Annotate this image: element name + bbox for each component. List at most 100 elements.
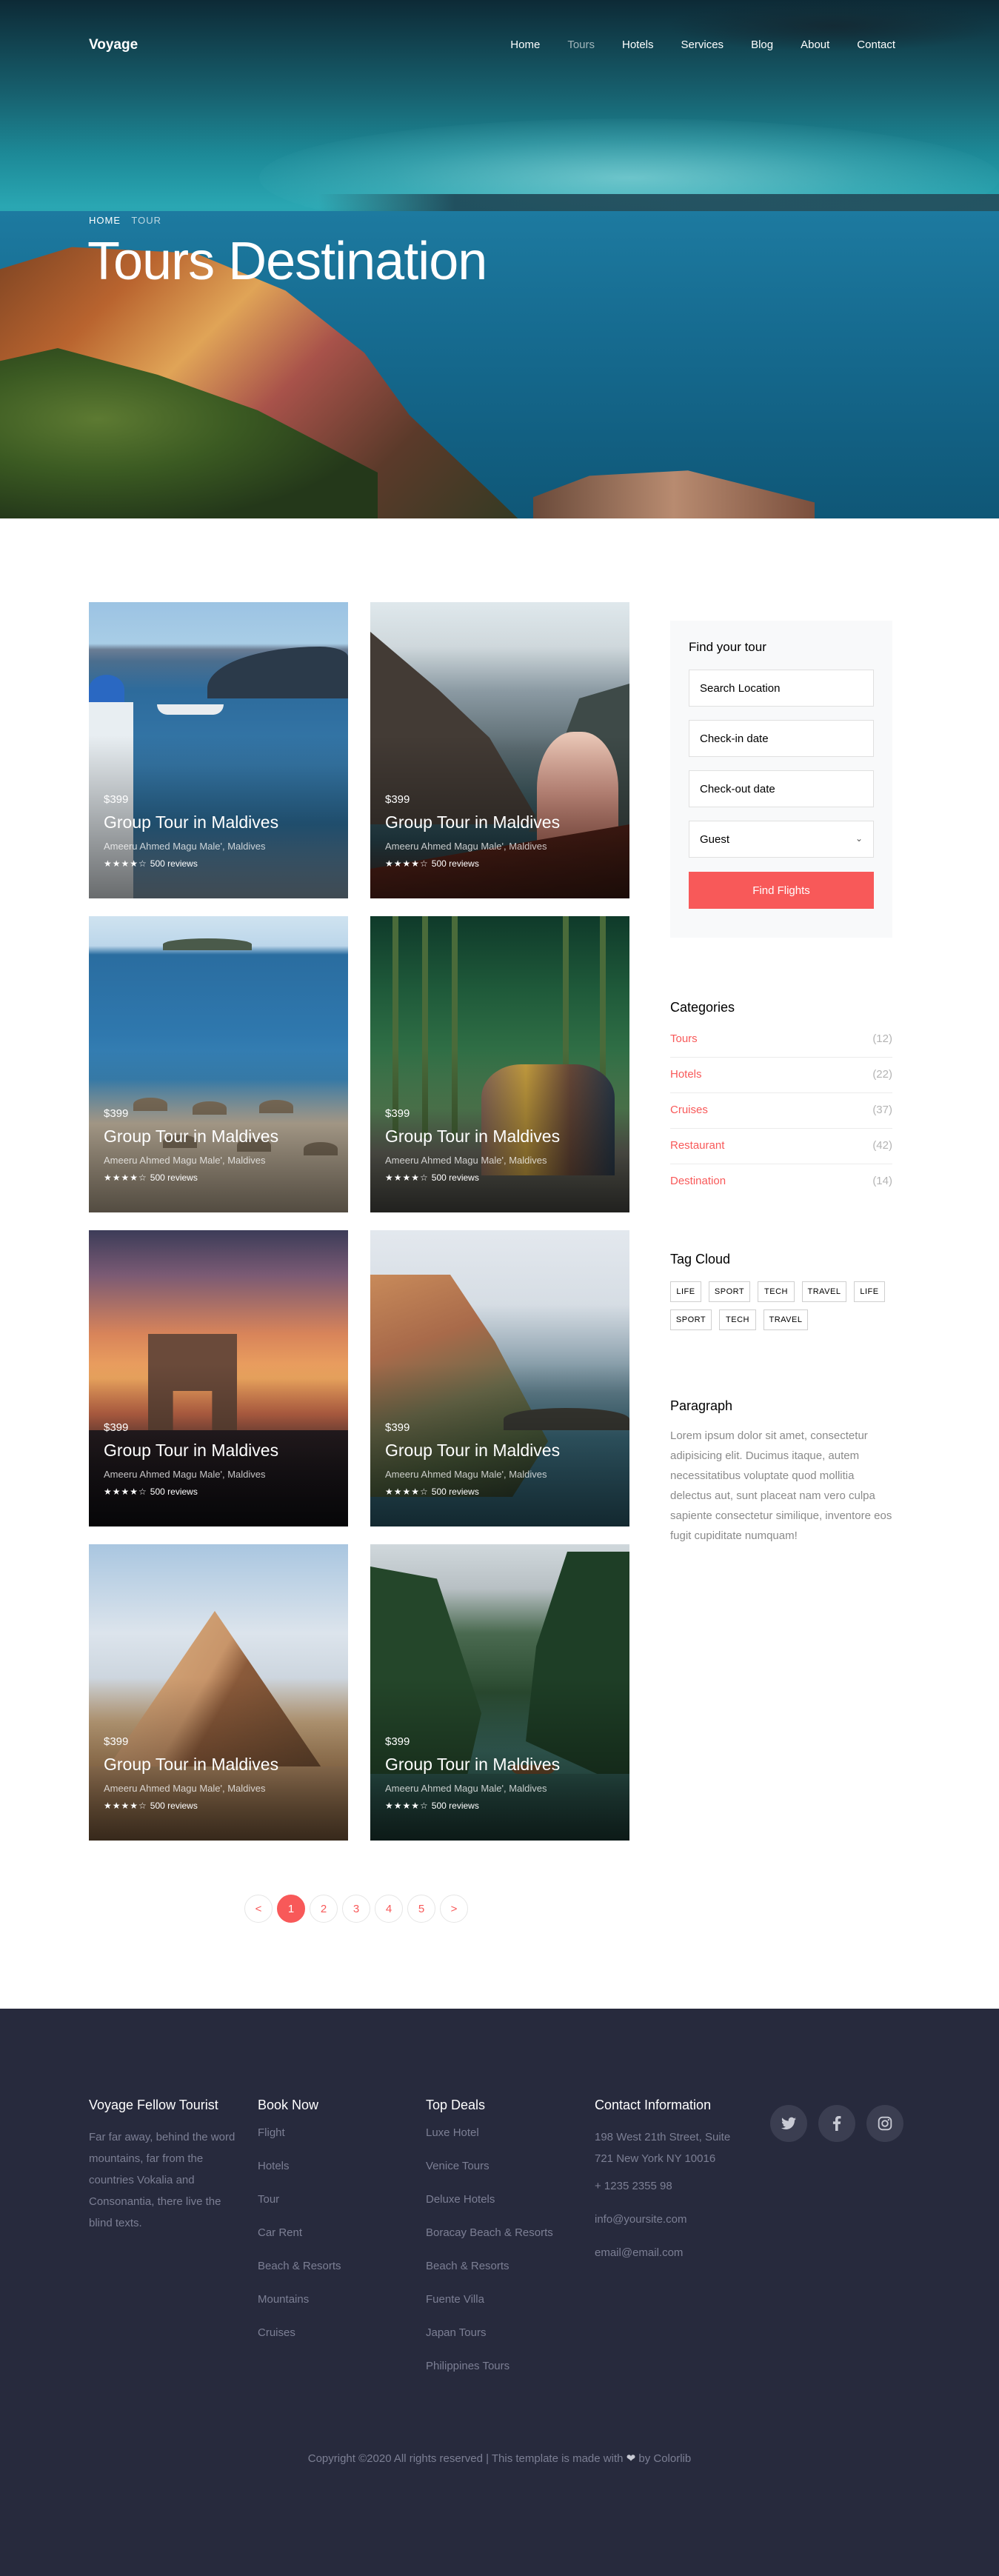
tag-link[interactable]: LIFE [854,1281,885,1302]
tag-link[interactable]: SPORT [670,1309,712,1330]
pagination-prev[interactable]: < [244,1895,273,1923]
pagination-next[interactable]: > [440,1895,468,1923]
tour-card[interactable]: $399 Group Tour in Maldives Ameeru Ahmed… [89,1544,348,1841]
top-navbar: Voyage Home Tours Hotels Services Blog A… [0,0,999,93]
category-name: Restaurant [670,1139,725,1152]
footer-link[interactable]: Deluxe Hotels [426,2193,581,2226]
footer-link[interactable]: Beach & Resorts [426,2260,581,2293]
tour-card[interactable]: $399 Group Tour in Maldives Ameeru Ahmed… [89,1230,348,1526]
tag-link[interactable]: TRAVEL [802,1281,846,1302]
footer-link[interactable]: Cruises [258,2326,406,2360]
footer-email[interactable]: email@email.com [595,2246,735,2280]
card-overlay [89,1230,348,1526]
footer-link[interactable]: Philippines Tours [426,2360,581,2393]
tour-card[interactable]: $399 Group Tour in Maldives Ameeru Ahmed… [370,1544,629,1841]
pagination-page-3[interactable]: 3 [342,1895,370,1923]
tour-rating: ★★★★☆ 500 reviews [104,858,198,869]
category-count: (42) [872,1139,892,1152]
tag-link[interactable]: TRAVEL [764,1309,808,1330]
nav-services[interactable]: Services [681,39,724,51]
tour-title[interactable]: Group Tour in Maldives [104,812,278,832]
card-overlay [370,1544,629,1841]
nav-hotels[interactable]: Hotels [622,39,654,51]
tour-rating: ★★★★☆ 500 reviews [104,1801,198,1811]
tour-reviews: 500 reviews [431,1801,479,1811]
footer-about-title: Voyage Fellow Tourist [89,2098,218,2112]
tour-card[interactable]: $399 Group Tour in Maldives Ameeru Ahmed… [370,1230,629,1526]
tour-title[interactable]: Group Tour in Maldives [104,1755,278,1775]
tag-link[interactable]: LIFE [670,1281,701,1302]
copyright-credit[interactable]: by Colorlib [638,2452,691,2465]
card-overlay [370,602,629,898]
pagination-page-5[interactable]: 5 [407,1895,435,1923]
tour-title[interactable]: Group Tour in Maldives [104,1441,278,1461]
footer-phone[interactable]: + 1235 2355 98 [595,2180,735,2213]
twitter-icon[interactable] [770,2105,807,2142]
category-count: (37) [872,1104,892,1116]
footer-link[interactable]: Boracay Beach & Resorts [426,2226,581,2260]
footer-link[interactable]: Car Rent [258,2226,406,2260]
card-overlay [370,916,629,1212]
category-item[interactable]: Restaurant (42) [670,1129,892,1164]
copyright: Copyright ©2020 All rights reserved | Th… [0,2452,999,2465]
pagination-page-2[interactable]: 2 [310,1895,338,1923]
footer-link[interactable]: Japan Tours [426,2326,581,2360]
nav-home[interactable]: Home [510,39,540,51]
tour-rating: ★★★★☆ 500 reviews [385,1172,479,1183]
tag-link[interactable]: TECH [758,1281,795,1302]
category-item[interactable]: Cruises (37) [670,1093,892,1129]
breadcrumb-current: TOUR [131,215,161,226]
footer-link[interactable]: Hotels [258,2160,406,2193]
brand-logo[interactable]: Voyage [89,37,138,53]
category-name: Tours [670,1032,698,1045]
tour-price: $399 [385,1421,410,1434]
breadcrumb-home[interactable]: HOME [89,215,121,226]
category-name: Cruises [670,1104,708,1116]
footer-about-text: Far far away, behind the word mountains,… [89,2131,235,2229]
tag-link[interactable]: SPORT [709,1281,750,1302]
tour-title[interactable]: Group Tour in Maldives [385,1755,560,1775]
checkout-date-input[interactable]: Check-out date [689,770,874,807]
tour-location: Ameeru Ahmed Magu Male', Maldives [385,1469,547,1480]
heart-icon: ❤ [626,2452,636,2465]
footer-link[interactable]: Flight [258,2126,406,2160]
footer-link[interactable]: Luxe Hotel [426,2126,581,2160]
footer-link[interactable]: Venice Tours [426,2160,581,2193]
category-item[interactable]: Destination (14) [670,1164,892,1200]
categories-heading: Categories [670,1000,735,1015]
category-item[interactable]: Tours (12) [670,1022,892,1058]
tour-reviews: 500 reviews [431,1172,479,1183]
tour-card[interactable]: $399 Group Tour in Maldives Ameeru Ahmed… [89,602,348,898]
tour-reviews: 500 reviews [150,858,198,869]
find-flights-button[interactable]: Find Flights [689,872,874,909]
instagram-icon[interactable] [866,2105,903,2142]
footer-link[interactable]: Mountains [258,2293,406,2326]
tour-title[interactable]: Group Tour in Maldives [104,1127,278,1147]
tour-card[interactable]: $399 Group Tour in Maldives Ameeru Ahmed… [370,916,629,1212]
paragraph-heading: Paragraph [670,1398,733,1413]
footer-link[interactable]: Fuente Villa [426,2293,581,2326]
tour-card[interactable]: $399 Group Tour in Maldives Ameeru Ahmed… [370,602,629,898]
search-location-input[interactable]: Search Location [689,670,874,707]
footer-link[interactable]: Beach & Resorts [258,2260,406,2293]
tour-rating: ★★★★☆ 500 reviews [385,858,479,869]
footer-email-info[interactable]: info@yoursite.com [595,2213,735,2246]
tag-link[interactable]: TECH [719,1309,756,1330]
checkin-date-input[interactable]: Check-in date [689,720,874,757]
pagination-page-1[interactable]: 1 [277,1895,305,1923]
nav-contact[interactable]: Contact [857,39,895,51]
tour-card[interactable]: $399 Group Tour in Maldives Ameeru Ahmed… [89,916,348,1212]
nav-about[interactable]: About [801,39,829,51]
tour-location: Ameeru Ahmed Magu Male', Maldives [385,1155,547,1166]
guest-select[interactable]: Guest ⌄ [689,821,874,858]
category-item[interactable]: Hotels (22) [670,1058,892,1093]
nav-blog[interactable]: Blog [751,39,773,51]
pagination-page-4[interactable]: 4 [375,1895,403,1923]
tour-title[interactable]: Group Tour in Maldives [385,1127,560,1147]
footer-link[interactable]: Tour [258,2193,406,2226]
facebook-icon[interactable] [818,2105,855,2142]
tour-title[interactable]: Group Tour in Maldives [385,812,560,832]
nav-tours[interactable]: Tours [567,39,595,51]
tour-title[interactable]: Group Tour in Maldives [385,1441,560,1461]
star-rating-icon: ★★★★☆ [104,1801,147,1811]
